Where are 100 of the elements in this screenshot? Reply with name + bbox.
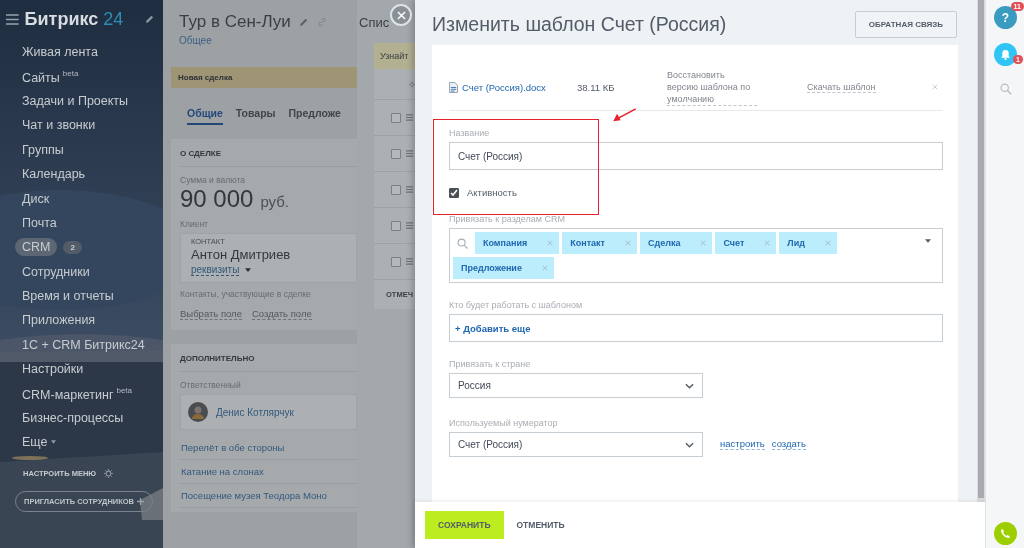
field-link[interactable]: Создать поле xyxy=(251,308,312,320)
remove-icon[interactable] xyxy=(700,240,707,246)
numerator-select[interactable]: Счет (Россия) xyxy=(449,432,703,457)
download-link[interactable]: Скачать шаблон xyxy=(807,81,876,93)
contact-name: Антон Дмитриев xyxy=(191,247,292,262)
checkbox[interactable] xyxy=(391,220,401,231)
menu-item[interactable]: Еще xyxy=(22,435,48,450)
beta-label: beta xyxy=(116,385,133,395)
tag[interactable]: Компания xyxy=(475,232,560,254)
logo: Битрикс 24 xyxy=(24,8,124,30)
user-selector[interactable]: + Добавить еще xyxy=(449,314,943,342)
remove-icon[interactable] xyxy=(541,265,548,271)
link-icon[interactable] xyxy=(316,17,327,27)
menu-item[interactable]: Задачи и Проекты xyxy=(22,93,129,108)
field-label: Клиент xyxy=(180,219,209,229)
dialog-title: Изменить шаблон Счет (Россия) xyxy=(432,12,727,36)
tab[interactable]: Общие xyxy=(187,107,223,125)
tag[interactable]: Счет xyxy=(715,232,777,254)
plus-icon xyxy=(137,497,144,505)
phone-icon xyxy=(1000,528,1011,539)
remove-icon[interactable] xyxy=(764,240,771,246)
save-button[interactable]: СОХРАНИТЬ xyxy=(425,511,504,539)
close-button[interactable] xyxy=(390,4,412,26)
close-icon xyxy=(396,10,406,20)
drag-handle-icon[interactable] xyxy=(406,222,413,229)
cancel-button[interactable]: ОТМЕНИТЬ xyxy=(508,511,573,539)
menu-item[interactable]: Диск xyxy=(22,191,50,206)
tag-selector[interactable]: Компания Контакт Сделка Счет Лид Предложение xyxy=(449,228,943,283)
remove-icon[interactable] xyxy=(624,240,631,246)
user-name[interactable]: Денис Котлярчук xyxy=(216,406,294,418)
caret-icon[interactable] xyxy=(51,440,57,445)
file-size: 38.11 КБ xyxy=(577,81,616,93)
drag-handle-icon[interactable] xyxy=(406,186,413,193)
checkbox[interactable] xyxy=(391,184,401,195)
file-link[interactable]: Счет (Россия).docx xyxy=(449,81,577,93)
menu-item[interactable]: Сайты $^{beta}$ xyxy=(22,68,79,85)
remove-icon[interactable] xyxy=(824,240,831,246)
field-label: Сумма и валюта xyxy=(180,175,246,185)
checkbox[interactable] xyxy=(391,148,401,159)
menu-item[interactable]: Календарь xyxy=(22,167,86,182)
remove-icon[interactable] xyxy=(932,84,938,90)
pencil-icon[interactable] xyxy=(145,14,155,24)
stage-bar: Новая сделка xyxy=(171,67,357,88)
phone-button[interactable] xyxy=(994,522,1017,545)
document-icon xyxy=(449,81,458,93)
menu-icon[interactable] xyxy=(6,13,19,25)
field-label: Кто будет работать с шаблоном xyxy=(449,300,584,310)
menu-item[interactable]: Бизнес-процессы xyxy=(22,411,124,426)
feedback-button[interactable]: ОБРАТНАЯ СВЯЗЬ xyxy=(854,10,957,38)
menu-item[interactable]: CRM xyxy=(15,238,58,257)
caret-icon[interactable] xyxy=(245,268,252,272)
checkbox[interactable] xyxy=(391,256,401,267)
menu-item[interactable]: Почта xyxy=(22,215,57,230)
remove-icon[interactable] xyxy=(547,240,554,246)
menu-item[interactable]: Живая лента xyxy=(22,45,98,60)
menu-item[interactable]: Приложения xyxy=(22,313,96,328)
notifications-button[interactable] xyxy=(994,43,1017,66)
scrollbar[interactable] xyxy=(977,0,985,502)
menu-item[interactable]: Чат и звонки xyxy=(22,118,96,133)
tag[interactable]: Предложение xyxy=(453,257,554,279)
menu-item[interactable]: Сотрудники xyxy=(22,264,90,279)
chevron-down-icon xyxy=(685,382,694,389)
drag-handle-icon[interactable] xyxy=(406,258,413,265)
field-label: Привязать к разделам CRM xyxy=(449,214,566,224)
numerator-link[interactable]: создать xyxy=(771,438,806,450)
name-field[interactable]: Счет (Россия) xyxy=(449,142,943,170)
tab[interactable]: Товары xyxy=(235,107,276,125)
bell-icon xyxy=(1000,49,1011,60)
restore-link[interactable]: Восстановить версию шаблона по умолчанию xyxy=(667,68,757,106)
numerator-link[interactable]: настроить xyxy=(720,438,765,450)
add-link[interactable]: + Добавить еще xyxy=(455,322,531,334)
amount: 90 000 xyxy=(180,185,254,213)
menu-item[interactable]: Настройки xyxy=(22,362,84,377)
checkbox[interactable] xyxy=(449,187,459,198)
panel-title: Спис xyxy=(359,15,388,30)
notice-bar: Узнайт xyxy=(374,43,415,69)
checkbox[interactable] xyxy=(391,112,401,123)
menu-item[interactable]: Время и отчеты xyxy=(22,289,114,304)
currency: руб. xyxy=(260,193,289,210)
menu-item[interactable]: Группы xyxy=(22,142,64,157)
search-icon[interactable] xyxy=(999,83,1012,95)
chevron-down-icon xyxy=(685,441,694,448)
drag-handle-icon[interactable] xyxy=(406,150,413,157)
beta-label: beta xyxy=(62,68,79,78)
country-select[interactable]: Россия xyxy=(449,373,703,398)
menu-item[interactable]: CRM-маркетинг $^{beta}$ xyxy=(22,385,133,402)
dropdown-arrow-icon[interactable] xyxy=(925,239,931,243)
annotation-arrow xyxy=(612,108,637,123)
tag[interactable]: Лид xyxy=(779,232,837,254)
tag[interactable]: Сделка xyxy=(639,232,713,254)
requisites-link[interactable]: реквизиты xyxy=(191,264,240,276)
field-link[interactable]: Выбрать поле xyxy=(180,308,242,320)
section-heading: ДОПОЛНИТЕЛЬНО xyxy=(180,354,357,372)
drag-handle-icon[interactable] xyxy=(406,114,413,121)
field-label: Используемый нумератор xyxy=(449,418,559,428)
pencil-icon[interactable] xyxy=(298,17,309,27)
tag[interactable]: Контакт xyxy=(562,232,637,254)
avatar[interactable] xyxy=(188,402,208,422)
tab[interactable]: Предложе xyxy=(288,107,341,125)
search-icon[interactable] xyxy=(457,237,468,249)
